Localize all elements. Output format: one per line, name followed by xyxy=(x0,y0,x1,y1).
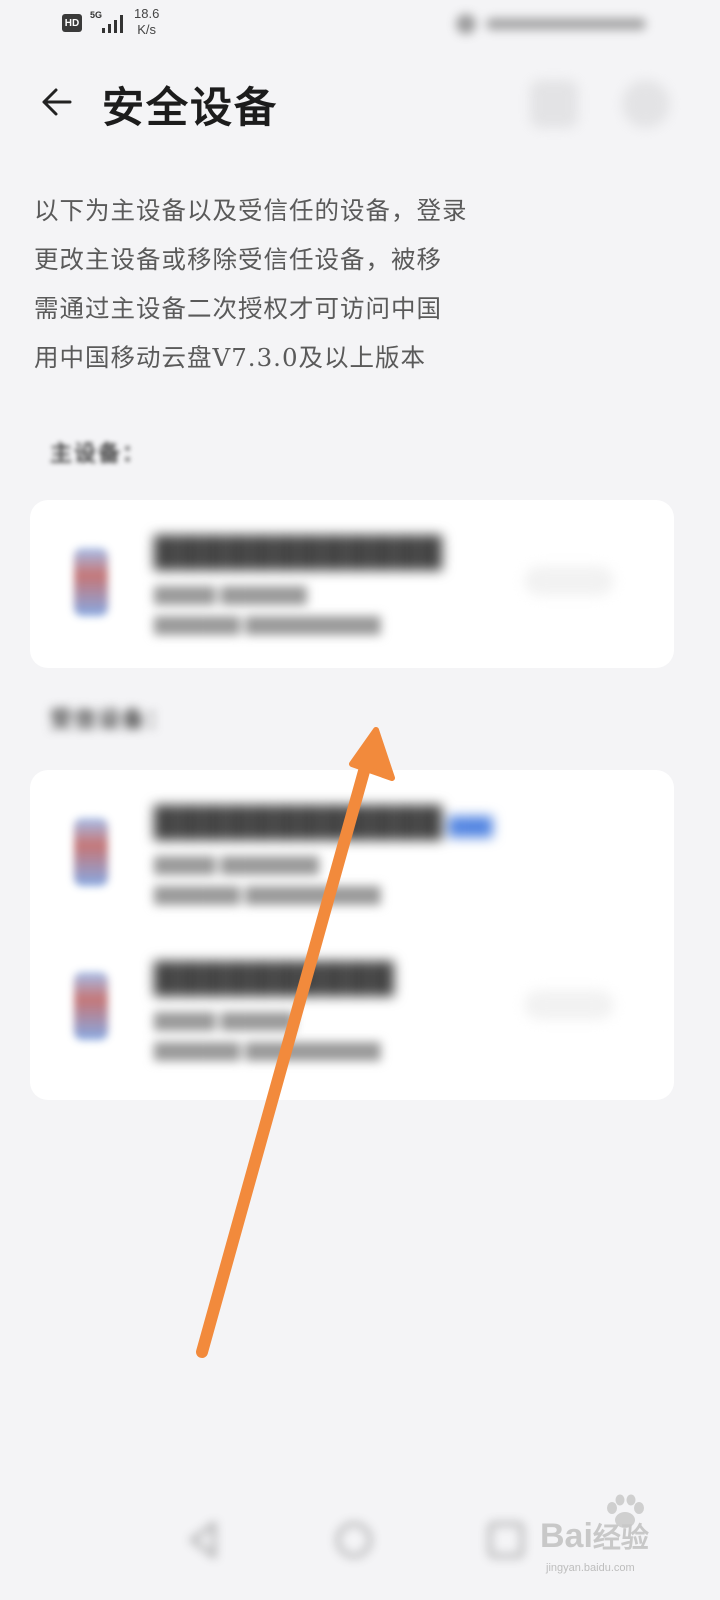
description-line-text: 需通过主设备二次授权才可访问中国 xyxy=(34,294,442,323)
device-meta-redacted: █████ ███████ xyxy=(154,586,307,605)
description-line-text: 以下为主设备以及受信任的设备，登录 xyxy=(34,196,468,225)
more-options-button[interactable] xyxy=(622,80,670,128)
arrow-left-icon xyxy=(42,88,72,116)
status-right-text xyxy=(486,18,646,30)
device-name-redacted: ██████████ xyxy=(154,962,395,997)
nav-back-icon[interactable] xyxy=(180,1516,228,1564)
description-line: 需通过主设备二次授权才可访问中国 xyxy=(34,284,674,333)
page-title: 安全设备 xyxy=(102,83,279,132)
device-row[interactable]: ██████████ █████ ██████ ███████ ████████… xyxy=(30,932,674,1092)
device-action-button[interactable] xyxy=(524,990,614,1020)
app-header: 安全设备 xyxy=(0,60,720,150)
phone-icon xyxy=(74,818,108,886)
trusted-devices-card: ████████████ ███ █████ ████████ ███████ █… xyxy=(30,770,674,1100)
device-name-redacted: ████████████ xyxy=(154,536,443,571)
device-row[interactable]: ████████████ ███ █████ ████████ ███████ █… xyxy=(30,774,674,934)
nav-recents-icon[interactable] xyxy=(482,1516,530,1564)
blurred-text xyxy=(468,196,621,225)
speed-value: 18.6 xyxy=(134,6,160,21)
nav-home-icon[interactable] xyxy=(330,1516,378,1564)
speed-unit: K/s xyxy=(137,22,157,37)
status-bar: HD 5G 18.6 K/s xyxy=(0,0,720,50)
network-speed: 18.6 K/s xyxy=(134,6,159,38)
device-meta-redacted: ███████ ███████████ xyxy=(154,1042,381,1061)
trusted-devices-section-label: 受信设备： xyxy=(50,708,171,733)
primary-device-card: ████████████ █████ ███████ ███████ █████… xyxy=(30,500,674,668)
device-action-button[interactable] xyxy=(524,566,614,596)
description-line: 更改主设备或移除受信任设备，被移 xyxy=(34,235,674,284)
device-row[interactable]: ████████████ █████ ███████ ███████ █████… xyxy=(30,504,674,664)
blurred-text xyxy=(442,294,595,323)
device-name-redacted: ████████████ ███ xyxy=(154,806,494,841)
device-meta-redacted: ███████ ███████████ xyxy=(154,616,381,635)
device-meta-redacted: █████ ██████ xyxy=(154,1012,295,1031)
description-line: 用中国移动云盘V7.3.0及以上版本 xyxy=(34,333,674,382)
description-line-text: 用中国移动云盘V7.3.0及以上版本 xyxy=(34,343,427,372)
header-action-button[interactable] xyxy=(530,80,578,128)
status-right-indicators xyxy=(456,12,646,36)
device-meta-redacted: ███████ ███████████ xyxy=(154,886,381,905)
blurred-text xyxy=(442,245,595,274)
description-text: 以下为主设备以及受信任的设备，登录 更改主设备或移除受信任设备，被移 需通过主设… xyxy=(34,186,674,382)
alarm-icon xyxy=(456,14,476,34)
primary-device-section-label: 主设备： xyxy=(50,442,147,467)
phone-icon xyxy=(74,972,108,1040)
current-device-tag: ███ xyxy=(448,817,494,838)
system-navigation-bar xyxy=(0,1488,720,1600)
hd-badge: HD xyxy=(62,14,82,32)
description-line-text: 更改主设备或移除受信任设备，被移 xyxy=(34,245,442,274)
description-line: 以下为主设备以及受信任的设备，登录 xyxy=(34,186,674,235)
device-meta-redacted: █████ ████████ xyxy=(154,856,320,875)
back-button[interactable] xyxy=(36,80,80,124)
signal-icon xyxy=(102,15,123,33)
phone-icon xyxy=(74,548,108,616)
